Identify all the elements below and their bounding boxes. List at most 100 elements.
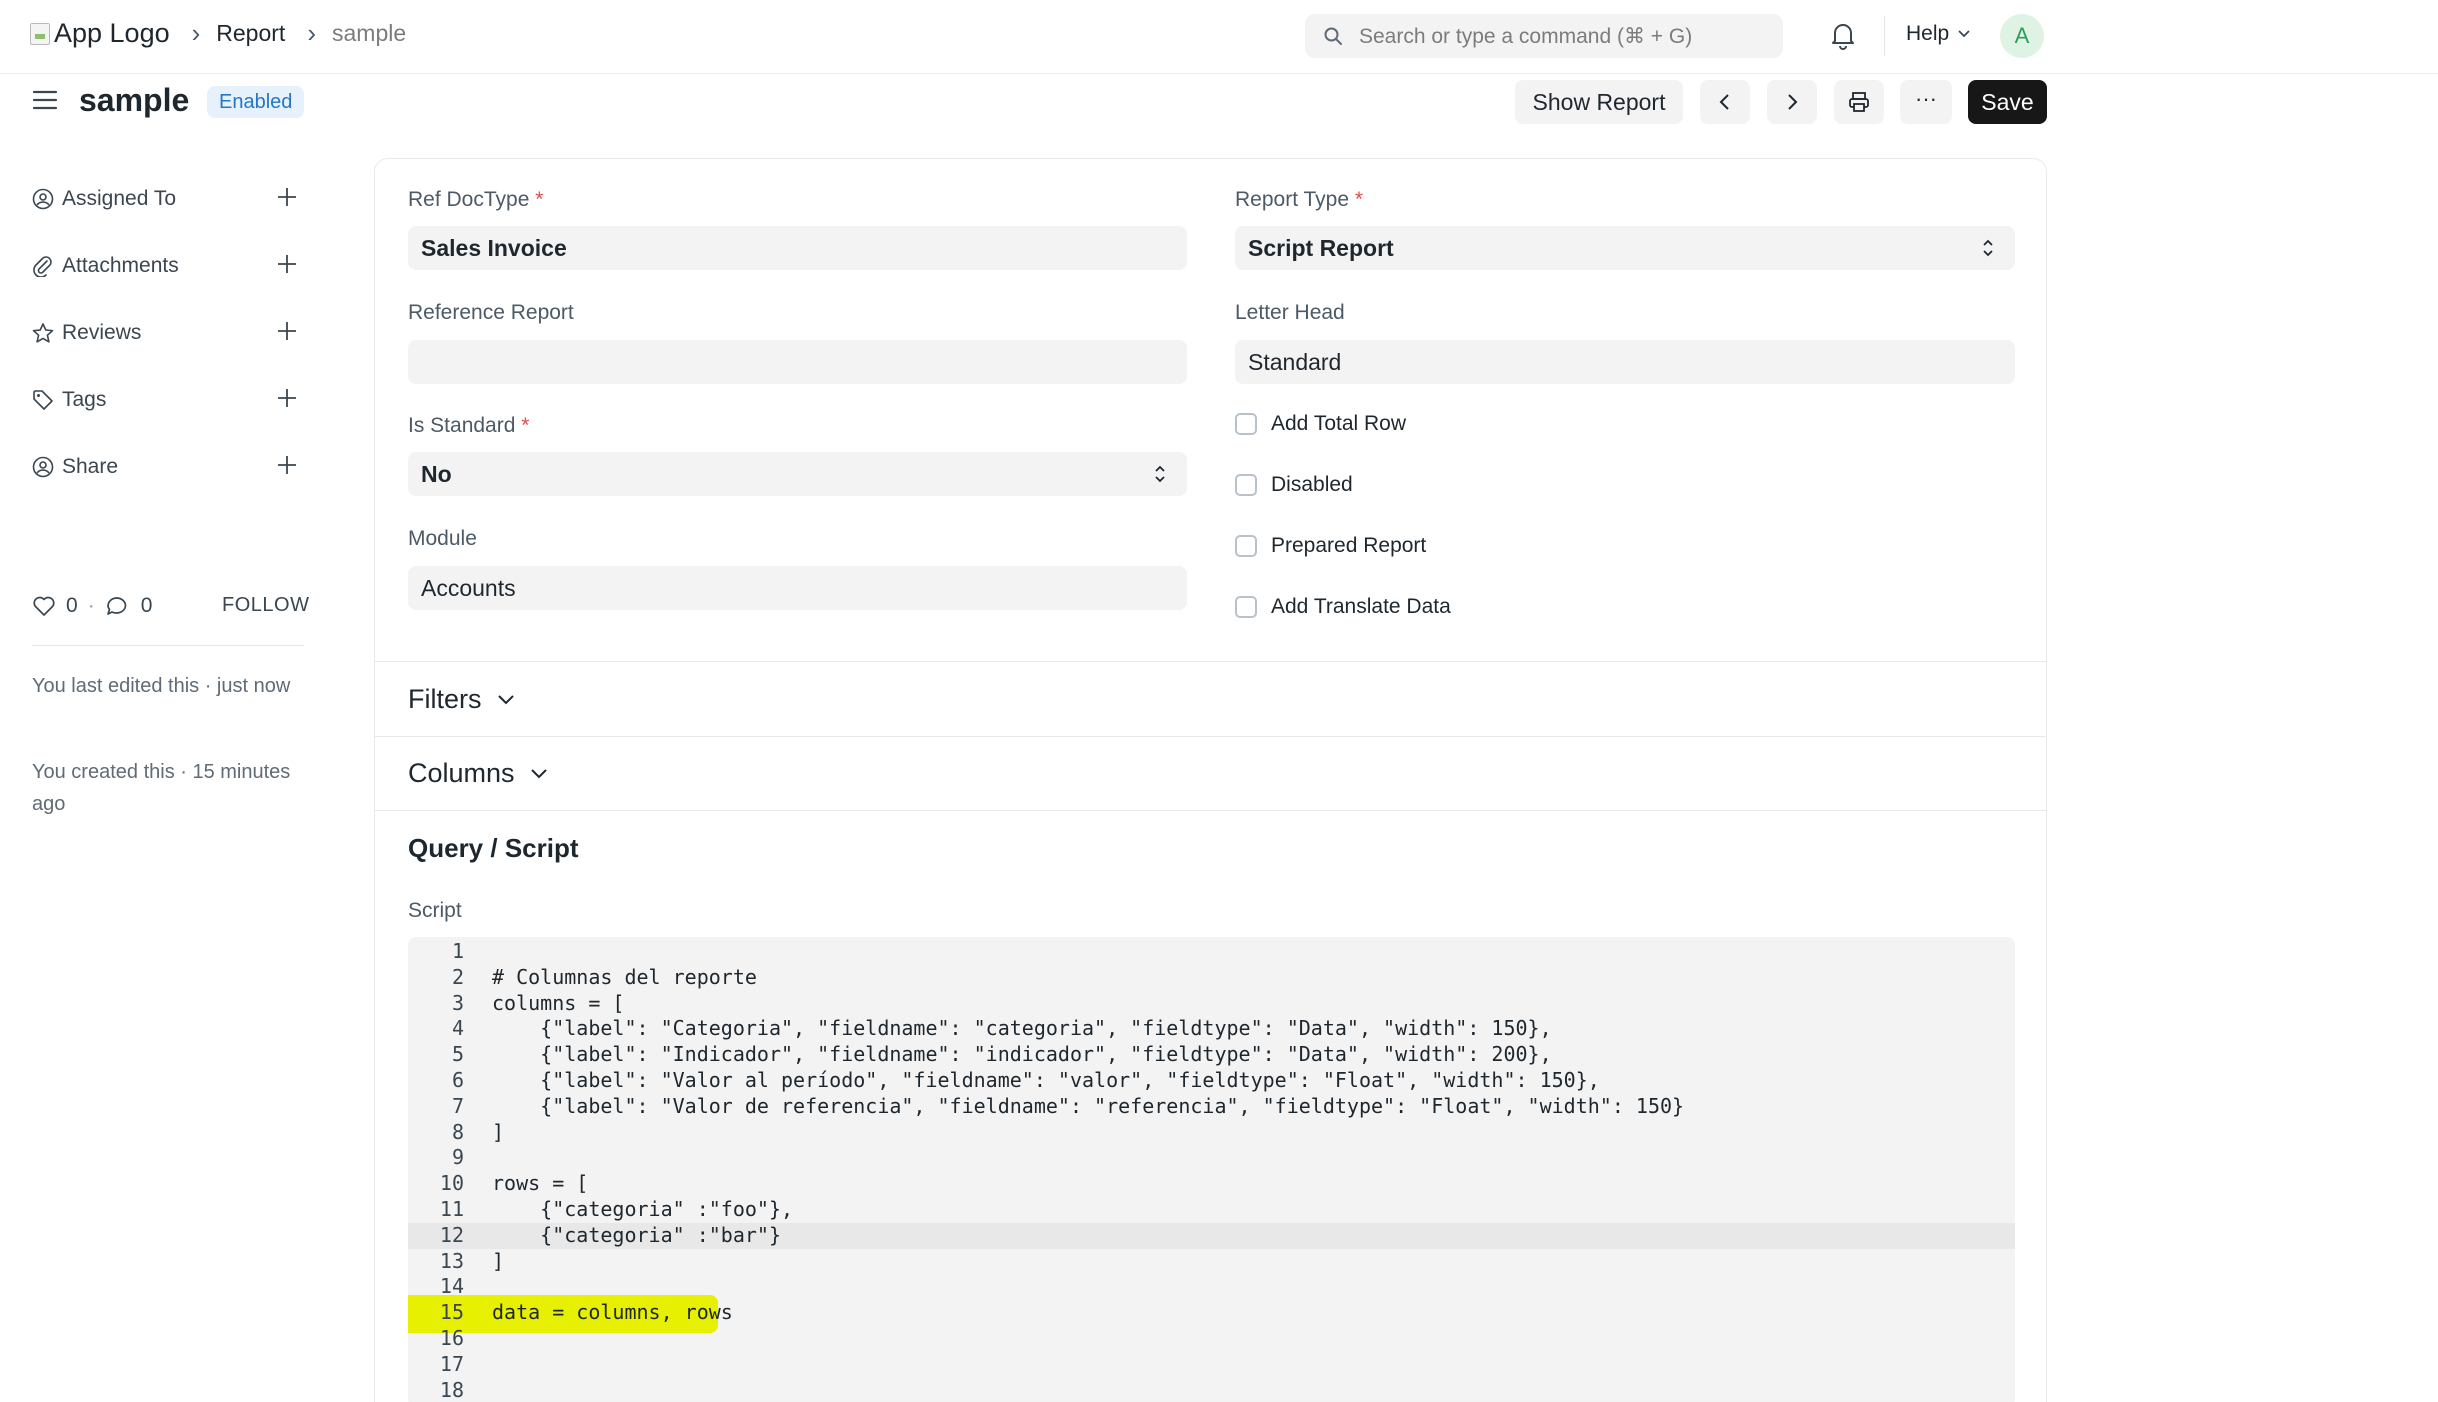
code-line[interactable]: 1 <box>408 939 2015 965</box>
plus-icon[interactable] <box>276 387 298 409</box>
sidebar-item-assigned-to[interactable]: Assigned To <box>32 184 298 214</box>
code-line[interactable]: 2 # Columnas del reporte <box>408 965 2015 991</box>
follow-button[interactable]: FOLLOW <box>222 594 309 617</box>
script-label: Script <box>408 899 462 922</box>
line-number: 18 <box>439 1377 464 1402</box>
sidebar-item-share[interactable]: Share <box>32 452 298 482</box>
help-label: Help <box>1906 22 1950 45</box>
next-button[interactable] <box>1767 80 1817 124</box>
chevron-down-icon <box>530 768 547 778</box>
code-line[interactable]: 16 <box>408 1326 2015 1352</box>
code-line[interactable]: 3 columns = [ <box>408 991 2015 1017</box>
likes-count: 0 <box>66 594 78 617</box>
help-dropdown[interactable]: Help <box>1906 22 1971 46</box>
code-line[interactable]: 12 {"categoria" :"bar"} <box>408 1222 2015 1249</box>
status-badge: Enabled <box>207 86 305 118</box>
line-number: 2 <box>451 964 464 989</box>
prepared-report-checkbox[interactable]: Prepared Report <box>1235 534 1426 558</box>
app-logo-alt-text[interactable]: App Logo <box>54 18 170 49</box>
section-divider <box>375 736 2046 737</box>
sidebar-item-attachments[interactable]: Attachments <box>32 251 298 281</box>
module-field[interactable]: Accounts <box>408 566 1187 610</box>
hamburger-menu-icon[interactable] <box>32 88 58 112</box>
more-actions-button[interactable]: ··· <box>1900 80 1952 124</box>
comment-icon[interactable] <box>105 595 129 617</box>
code-line[interactable]: 4 {"label": "Categoria", "fieldname": "c… <box>408 1016 2015 1042</box>
checkbox-label: Disabled <box>1271 473 1353 496</box>
code-text: # Columnas del reporte <box>492 964 757 989</box>
code-line[interactable]: 6 {"label": "Valor al período", "fieldna… <box>408 1068 2015 1094</box>
breadcrumb-sample[interactable]: sample <box>332 20 406 47</box>
previous-button[interactable] <box>1700 80 1750 124</box>
bell-icon[interactable] <box>1830 20 1856 50</box>
filters-section-toggle[interactable]: Filters <box>408 684 516 715</box>
code-line[interactable]: 7 {"label": "Valor de referencia", "fiel… <box>408 1094 2015 1120</box>
letter-head-label: Letter Head <box>1235 301 1345 324</box>
plus-icon[interactable] <box>276 186 298 208</box>
checkbox-box[interactable] <box>1235 474 1257 496</box>
columns-section-toggle[interactable]: Columns <box>408 758 549 789</box>
code-line[interactable]: 11 {"categoria" :"foo"}, <box>408 1197 2015 1223</box>
line-number: 12 <box>439 1222 464 1247</box>
code-line[interactable]: 8] <box>408 1120 2015 1146</box>
nav-divider <box>1884 16 1885 56</box>
chevron-right-icon <box>1788 94 1798 110</box>
plus-icon[interactable] <box>276 454 298 476</box>
assign-icon <box>32 188 54 210</box>
code-text: {"label": "Indicador", "fieldname": "ind… <box>492 1042 1552 1067</box>
search-placeholder: Search or type a command (⌘ + G) <box>1359 24 1693 48</box>
disabled-checkbox[interactable]: Disabled <box>1235 473 1353 497</box>
code-line[interactable]: 15 data = columns, rows <box>408 1295 2015 1334</box>
line-number: 9 <box>451 1145 464 1170</box>
ref-doctype-field[interactable]: Sales Invoice <box>408 226 1187 270</box>
search-input[interactable]: Search or type a command (⌘ + G) <box>1305 14 1783 58</box>
code-text: ] <box>492 1248 505 1273</box>
report-type-select[interactable]: Script Report <box>1235 226 2015 270</box>
sidebar-item-label: Share <box>62 455 119 478</box>
code-line[interactable]: 5 {"label": "Indicador", "fieldname": "i… <box>408 1042 2015 1068</box>
reference-report-field[interactable] <box>408 340 1187 384</box>
plus-icon[interactable] <box>276 253 298 275</box>
code-line[interactable]: 9 <box>408 1145 2015 1171</box>
chevron-right-icon: › <box>307 18 316 48</box>
print-button[interactable] <box>1834 80 1884 124</box>
required-marker: * <box>521 414 530 437</box>
code-line[interactable]: 17 <box>408 1352 2015 1378</box>
module-label: Module <box>408 527 477 550</box>
app-logo-icon[interactable] <box>30 22 50 45</box>
code-text: columns = [ <box>492 990 625 1015</box>
chevron-down-icon <box>497 694 514 704</box>
line-number: 15 <box>439 1300 464 1325</box>
code-line[interactable]: 13] <box>408 1249 2015 1275</box>
code-text: {"label": "Categoria", "fieldname": "cat… <box>492 1016 1552 1041</box>
code-line[interactable]: 10 rows = [ <box>408 1171 2015 1197</box>
sidebar-item-label: Tags <box>62 388 107 411</box>
line-number: 6 <box>451 1068 464 1092</box>
form-card: Ref DocType * Sales Invoice Reference Re… <box>374 158 2047 1402</box>
sidebar-item-label: Reviews <box>62 321 142 344</box>
sidebar-item-reviews[interactable]: Reviews <box>32 318 298 348</box>
checkbox-box[interactable] <box>1235 535 1257 557</box>
line-number: 7 <box>451 1093 464 1118</box>
heart-icon[interactable] <box>32 595 56 617</box>
avatar[interactable]: A <box>2000 14 2044 58</box>
letter-head-field[interactable]: Standard <box>1235 340 2015 384</box>
checkbox-box[interactable] <box>1235 413 1257 435</box>
code-text: {"categoria" :"bar"} <box>492 1222 781 1247</box>
dot-separator: · <box>87 594 95 617</box>
search-icon <box>1324 27 1342 45</box>
add-translate-data-checkbox[interactable]: Add Translate Data <box>1235 595 1451 619</box>
breadcrumb-report[interactable]: Report <box>216 20 285 47</box>
tag-icon <box>33 390 53 410</box>
show-report-button[interactable]: Show Report <box>1515 80 1683 124</box>
is-standard-select[interactable]: No <box>408 452 1187 496</box>
plus-icon[interactable] <box>276 320 298 342</box>
checkbox-label: Add Total Row <box>1271 412 1407 435</box>
sidebar-item-tags[interactable]: Tags <box>32 385 298 415</box>
add-total-row-checkbox[interactable]: Add Total Row <box>1235 412 1406 436</box>
checkbox-label: Prepared Report <box>1271 534 1427 557</box>
checkbox-box[interactable] <box>1235 596 1257 618</box>
code-line[interactable]: 18 <box>408 1378 2015 1402</box>
save-button[interactable]: Save <box>1968 80 2047 124</box>
script-code-editor[interactable]: 1 2 # Columnas del reporte 3 columns = [4 {"… <box>408 937 2015 1402</box>
